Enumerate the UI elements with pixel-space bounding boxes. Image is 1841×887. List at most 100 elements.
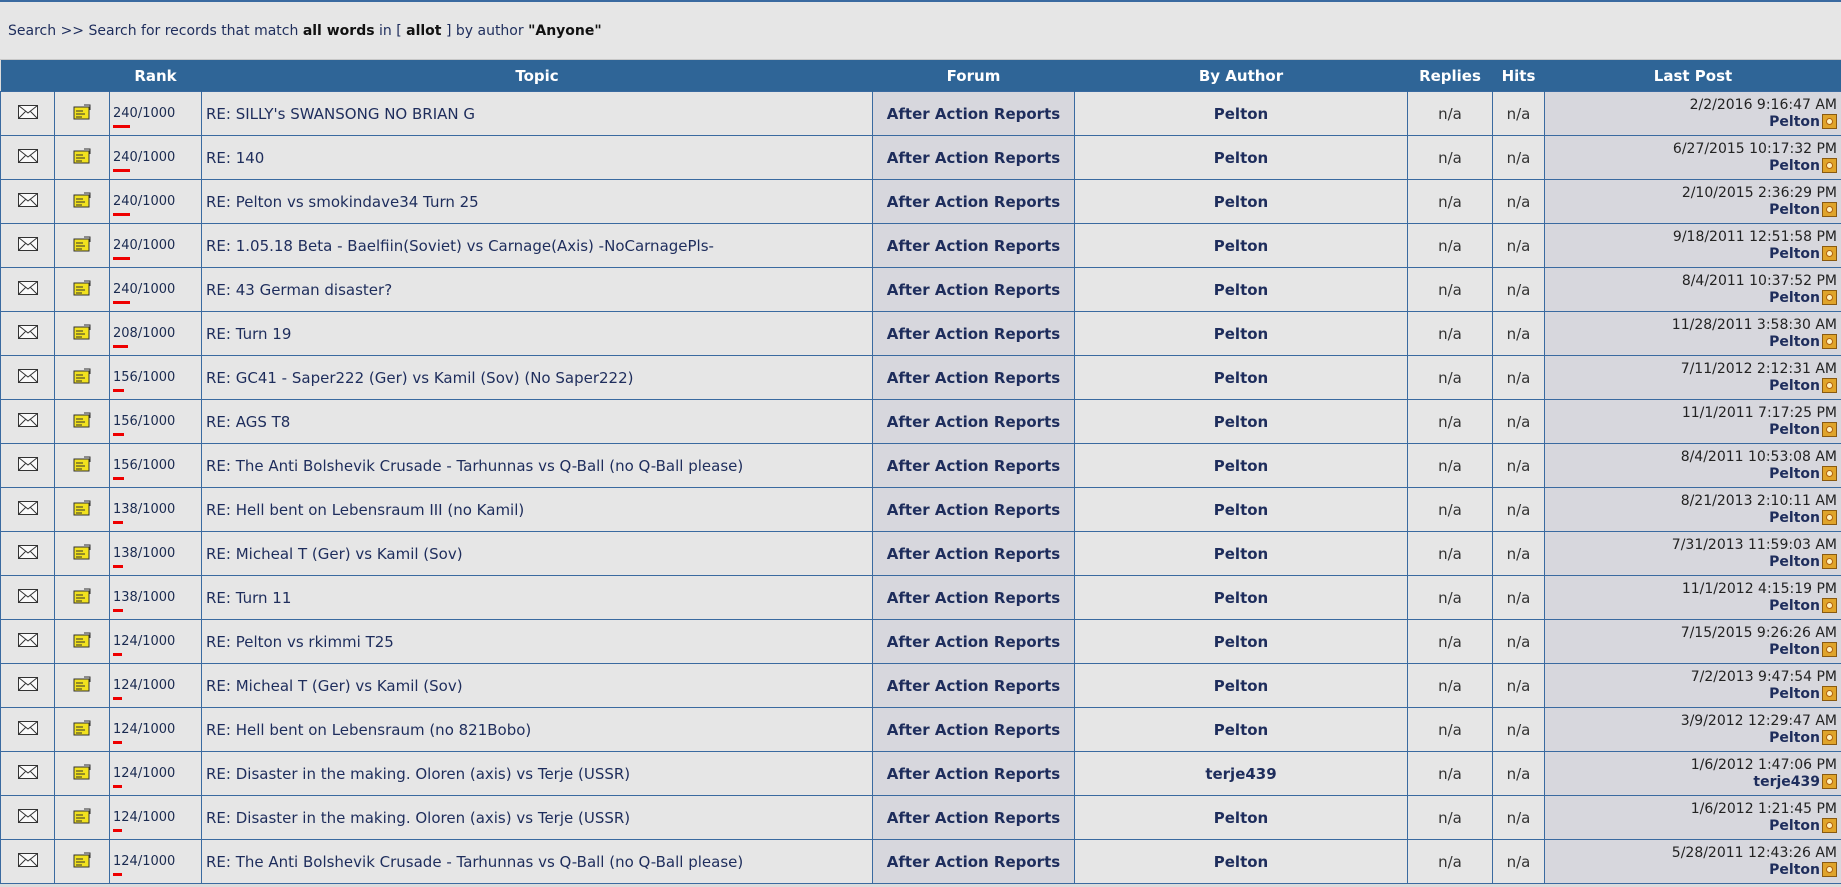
author-link[interactable]: Pelton: [1214, 281, 1268, 299]
forum-link[interactable]: After Action Reports: [887, 633, 1060, 651]
jump-to-post-icon[interactable]: [1822, 597, 1837, 613]
thread-icon[interactable]: [73, 192, 91, 212]
thread-cell[interactable]: [54, 795, 110, 840]
jump-to-post-icon[interactable]: [1822, 509, 1837, 525]
thread-icon[interactable]: [73, 720, 91, 740]
jump-to-post-icon[interactable]: [1822, 201, 1837, 217]
envelope-icon[interactable]: [17, 368, 38, 387]
author-link[interactable]: terje439: [1205, 765, 1276, 783]
message-cell[interactable]: [0, 839, 55, 884]
message-cell[interactable]: [0, 267, 55, 312]
jump-to-post-icon[interactable]: [1822, 685, 1837, 701]
forum-link[interactable]: After Action Reports: [887, 325, 1060, 343]
thread-cell[interactable]: [54, 575, 110, 620]
author-link[interactable]: Pelton: [1214, 721, 1268, 739]
envelope-icon[interactable]: [17, 632, 38, 651]
envelope-icon[interactable]: [17, 852, 38, 871]
thread-cell[interactable]: [54, 267, 110, 312]
last-post-author[interactable]: terje439: [1753, 774, 1820, 790]
thread-icon[interactable]: [73, 456, 91, 476]
thread-icon[interactable]: [73, 632, 91, 652]
message-cell[interactable]: [0, 795, 55, 840]
thread-icon[interactable]: [73, 324, 91, 344]
jump-to-post-icon[interactable]: [1822, 553, 1837, 569]
envelope-icon[interactable]: [17, 500, 38, 519]
message-cell[interactable]: [0, 619, 55, 664]
thread-cell[interactable]: [54, 707, 110, 752]
forum-link[interactable]: After Action Reports: [887, 413, 1060, 431]
jump-to-post-icon[interactable]: [1822, 773, 1837, 789]
envelope-icon[interactable]: [17, 280, 38, 299]
envelope-icon[interactable]: [17, 676, 38, 695]
topic-link[interactable]: RE: The Anti Bolshevik Crusade - Tarhunn…: [206, 853, 743, 871]
search-link[interactable]: Search: [8, 23, 56, 39]
jump-to-post-icon[interactable]: [1822, 289, 1837, 305]
jump-to-post-icon[interactable]: [1822, 157, 1837, 173]
message-cell[interactable]: [0, 135, 55, 180]
author-link[interactable]: Pelton: [1214, 457, 1268, 475]
author-link[interactable]: Pelton: [1214, 589, 1268, 607]
jump-to-post-icon[interactable]: [1822, 377, 1837, 393]
last-post-author[interactable]: Pelton: [1769, 554, 1820, 570]
message-cell[interactable]: [0, 663, 55, 708]
message-cell[interactable]: [0, 399, 55, 444]
thread-cell[interactable]: [54, 839, 110, 884]
thread-icon[interactable]: [73, 500, 91, 520]
author-link[interactable]: Pelton: [1214, 105, 1268, 123]
thread-cell[interactable]: [54, 751, 110, 796]
forum-link[interactable]: After Action Reports: [887, 677, 1060, 695]
topic-link[interactable]: RE: AGS T8: [206, 413, 290, 431]
envelope-icon[interactable]: [17, 236, 38, 255]
envelope-icon[interactable]: [17, 588, 38, 607]
message-cell[interactable]: [0, 355, 55, 400]
message-cell[interactable]: [0, 575, 55, 620]
thread-icon[interactable]: [73, 588, 91, 608]
author-link[interactable]: Pelton: [1214, 853, 1268, 871]
thread-cell[interactable]: [54, 91, 110, 136]
last-post-author[interactable]: Pelton: [1769, 290, 1820, 306]
thread-cell[interactable]: [54, 531, 110, 576]
message-cell[interactable]: [0, 487, 55, 532]
thread-cell[interactable]: [54, 223, 110, 268]
message-cell[interactable]: [0, 91, 55, 136]
topic-link[interactable]: RE: 43 German disaster?: [206, 281, 392, 299]
forum-link[interactable]: After Action Reports: [887, 369, 1060, 387]
thread-icon[interactable]: [73, 852, 91, 872]
author-link[interactable]: Pelton: [1214, 193, 1268, 211]
envelope-icon[interactable]: [17, 544, 38, 563]
topic-link[interactable]: RE: Disaster in the making. Oloren (axis…: [206, 765, 630, 783]
topic-link[interactable]: RE: Hell bent on Lebensraum (no 821Bobo): [206, 721, 531, 739]
topic-link[interactable]: RE: Micheal T (Ger) vs Kamil (Sov): [206, 677, 463, 695]
author-link[interactable]: Pelton: [1214, 369, 1268, 387]
topic-link[interactable]: RE: The Anti Bolshevik Crusade - Tarhunn…: [206, 457, 743, 475]
forum-link[interactable]: After Action Reports: [887, 721, 1060, 739]
topic-link[interactable]: RE: Micheal T (Ger) vs Kamil (Sov): [206, 545, 463, 563]
jump-to-post-icon[interactable]: [1822, 641, 1837, 657]
jump-to-post-icon[interactable]: [1822, 729, 1837, 745]
author-link[interactable]: Pelton: [1214, 325, 1268, 343]
envelope-icon[interactable]: [17, 764, 38, 783]
topic-link[interactable]: RE: Hell bent on Lebensraum III (no Kami…: [206, 501, 524, 519]
last-post-author[interactable]: Pelton: [1769, 158, 1820, 174]
author-link[interactable]: Pelton: [1214, 149, 1268, 167]
jump-to-post-icon[interactable]: [1822, 113, 1837, 129]
last-post-author[interactable]: Pelton: [1769, 466, 1820, 482]
topic-link[interactable]: RE: Disaster in the making. Oloren (axis…: [206, 809, 630, 827]
thread-cell[interactable]: [54, 135, 110, 180]
thread-icon[interactable]: [73, 544, 91, 564]
envelope-icon[interactable]: [17, 148, 38, 167]
topic-link[interactable]: RE: 1.05.18 Beta - Baelfiin(Soviet) vs C…: [206, 237, 714, 255]
last-post-author[interactable]: Pelton: [1769, 686, 1820, 702]
message-cell[interactable]: [0, 179, 55, 224]
envelope-icon[interactable]: [17, 720, 38, 739]
author-link[interactable]: Pelton: [1214, 809, 1268, 827]
jump-to-post-icon[interactable]: [1822, 465, 1837, 481]
forum-link[interactable]: After Action Reports: [887, 853, 1060, 871]
thread-icon[interactable]: [73, 236, 91, 256]
forum-link[interactable]: After Action Reports: [887, 457, 1060, 475]
forum-link[interactable]: After Action Reports: [887, 589, 1060, 607]
thread-icon[interactable]: [73, 104, 91, 124]
message-cell[interactable]: [0, 751, 55, 796]
author-link[interactable]: Pelton: [1214, 545, 1268, 563]
thread-cell[interactable]: [54, 663, 110, 708]
